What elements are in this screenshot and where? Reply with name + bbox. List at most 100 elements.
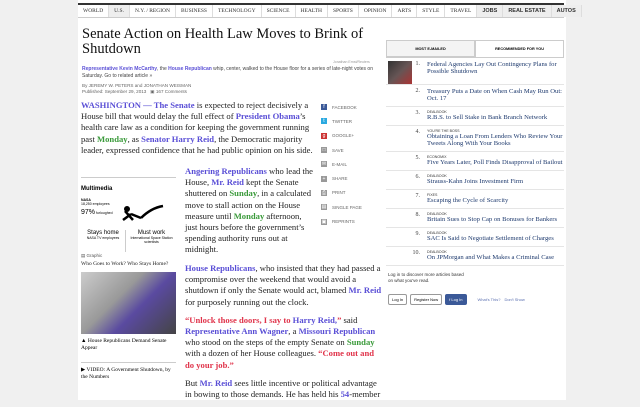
tool-label: REPRINTS: [332, 219, 355, 225]
paragraph: House Republicans, who insisted that the…: [185, 263, 385, 308]
nav-sports[interactable]: Sports: [328, 5, 359, 17]
tool-google-[interactable]: g GOOGLE+: [321, 129, 383, 143]
item-title[interactable]: SAC Is Said to Negotiate Settlement of C…: [427, 235, 564, 242]
inline-link[interactable]: The Senate: [154, 100, 195, 110]
tab-most-emailed[interactable]: MOST E-MAILED: [386, 40, 475, 57]
sidebar: MOST E-MAILED RECOMMENDED FOR YOU 1. Feder…: [386, 40, 564, 305]
nav-jobs[interactable]: Jobs: [477, 5, 504, 17]
text: who stood on the steps of the empty Sena…: [185, 337, 347, 348]
photo-link[interactable]: House Republicans Demand Senate Appear: [81, 338, 167, 351]
inline-link[interactable]: Harry Reid,: [293, 315, 337, 325]
inline-link[interactable]: Mr. Reid: [200, 378, 233, 388]
tool-print[interactable]: ⎙ PRINT: [321, 186, 383, 200]
item-title[interactable]: Britain Sues to Stop Cap on Bonuses for …: [427, 216, 564, 223]
text: , a: [288, 326, 299, 337]
photo-caption: Representative Kevin McCarthy, the House…: [82, 66, 382, 79]
inline-link[interactable]: Sunday: [229, 188, 257, 198]
inline-link[interactable]: Monday: [234, 211, 265, 221]
nav-travel[interactable]: Travel: [445, 5, 478, 17]
recommended-item[interactable]: 3. DEALBOOK R.B.S. to Sell Stake in Bank B…: [386, 107, 564, 126]
tool-label: SINGLE PAGE: [332, 204, 362, 210]
nav-health[interactable]: Health: [296, 5, 328, 17]
register-button[interactable]: Register Now: [410, 294, 443, 305]
tool-label: SAVE: [332, 147, 344, 153]
nav-n-y-region[interactable]: N.Y. / Region: [130, 5, 176, 17]
item-title[interactable]: R.B.S. to Sell Stake in Bank Branch Netw…: [427, 114, 564, 121]
inline-link[interactable]: Mr. Reid: [211, 177, 244, 187]
item-title[interactable]: Obtaining a Loan From Lenders Who Review…: [427, 133, 564, 147]
login-button[interactable]: Log In: [388, 294, 408, 305]
item-number: 10.: [412, 250, 421, 256]
text: -member: [349, 389, 381, 400]
inline-link[interactable]: Angering Republicans: [185, 166, 267, 176]
nasa-graphic[interactable]: NASA 18,250 employees 97% furloughed Sta…: [81, 198, 176, 253]
capitol-photo[interactable]: [81, 272, 176, 334]
tool-label: PRINT: [332, 190, 346, 196]
tool-save[interactable]: □ SAVE: [321, 143, 383, 157]
tool-single-page[interactable]: ▤ SINGLE PAGE: [321, 200, 383, 214]
whats-this-link[interactable]: What's This?: [478, 297, 501, 302]
nav-business[interactable]: Business: [176, 5, 213, 17]
nav-u-s-[interactable]: U.S.: [109, 5, 130, 17]
item-title[interactable]: Federal Agencies Lay Out Contingency Pla…: [427, 61, 564, 75]
tool-reprints[interactable]: ▣ REPRINTS: [321, 214, 383, 228]
dont-show-link[interactable]: Don't Show: [504, 297, 524, 302]
paragraph: WASHINGTON — The Senate is expected to r…: [81, 100, 318, 156]
video-link[interactable]: VIDEO: A Government Shutdown, by the Num…: [81, 367, 171, 380]
item-title[interactable]: On JPMorgan and What Makes a Criminal Ca…: [427, 254, 564, 261]
inline-link[interactable]: Senator Harry Reid: [141, 134, 214, 144]
nav-world[interactable]: World: [78, 5, 110, 17]
item-title[interactable]: Five Years Later, Poll Finds Disapproval…: [427, 159, 564, 166]
facebook-login-button[interactable]: f Log In: [445, 294, 467, 305]
inline-link[interactable]: Missouri Republican: [299, 326, 376, 336]
item-number: 2.: [415, 88, 421, 94]
nav-real-estate[interactable]: Real Estate: [503, 5, 552, 17]
item-title[interactable]: Treasury Puts a Date on When Cash May Ru…: [427, 88, 564, 102]
item-title[interactable]: Escaping the Cycle of Scarcity: [427, 197, 564, 204]
inline-link[interactable]: Sunday: [347, 337, 375, 347]
nav-opinion[interactable]: Opinion: [359, 5, 393, 17]
recommended-item[interactable]: 10. DEALBOOK On JPMorgan and What Makes a …: [386, 247, 564, 266]
inline-link[interactable]: 54: [341, 389, 350, 399]
comments-link[interactable]: 167 Comments: [156, 89, 187, 94]
recommended-item[interactable]: 6. DEALBOOK Strauss-Kahn Joins Investment …: [386, 171, 564, 190]
inline-link[interactable]: “Unlock those doors, I say to: [185, 315, 293, 325]
lead-paragraph: WASHINGTON — The Senate is expected to r…: [81, 100, 318, 163]
google--icon: g: [321, 132, 327, 139]
nav-arts[interactable]: Arts: [392, 5, 418, 17]
recommended-item[interactable]: 5. ECONOMIX Five Years Later, Poll Finds D…: [386, 152, 564, 171]
article-column: Angering Republicans who lead the House,…: [185, 166, 315, 263]
inline-link[interactable]: Monday: [97, 134, 128, 144]
inline-link[interactable]: Representative Ann Wagner: [185, 326, 288, 336]
tool-share[interactable]: + SHARE: [321, 171, 383, 185]
tool-e-mail[interactable]: ✉ E-MAIL: [321, 157, 383, 171]
item-number: 6.: [415, 174, 421, 180]
recommended-item[interactable]: 9. DEALBOOK SAC Is Said to Negotiate Settl…: [386, 228, 564, 247]
caption-link[interactable]: House Republican: [168, 66, 212, 72]
item-thumbnail[interactable]: [388, 61, 412, 84]
inline-link[interactable]: President Obama: [236, 111, 300, 121]
item-title[interactable]: Strauss-Kahn Joins Investment Firm: [427, 178, 564, 185]
tool-facebook[interactable]: f FACEBOOK: [321, 100, 383, 114]
tab-recommended[interactable]: RECOMMENDED FOR YOU: [475, 40, 564, 57]
graphic-label: Graphic: [86, 253, 103, 258]
nav-autos[interactable]: Autos: [551, 5, 582, 17]
inline-link[interactable]: Mr. Reid: [349, 285, 382, 295]
must-sub: International Space Station scientists: [130, 236, 173, 244]
tool-twitter[interactable]: t TWITTER: [321, 114, 383, 128]
recommended-item[interactable]: 2. Treasury Puts a Date on When Cash May …: [386, 85, 564, 107]
inline-link[interactable]: House Republicans: [185, 263, 255, 273]
recommended-item[interactable]: 1. Federal Agencies Lay Out Contingency P…: [386, 58, 564, 85]
text: with a dozen of her House colleagues.: [185, 348, 319, 359]
inline-link[interactable]: WASHINGTON —: [81, 100, 154, 110]
multimedia-title: Multimedia: [81, 186, 113, 192]
nav-style[interactable]: Style: [417, 5, 446, 17]
graphic-link[interactable]: Who Goes to Work? Who Stays Home?: [81, 261, 176, 268]
caption-link[interactable]: Representative Kevin McCarthy: [82, 66, 157, 72]
multimedia-box: Multimedia NASA 18,250 employees 97% fur…: [81, 177, 176, 381]
recommended-item[interactable]: 8. DEALBOOK Britain Sues to Stop Cap on Bo…: [386, 209, 564, 228]
recommended-item[interactable]: 7. FIXES Escaping the Cycle of Scarcity: [386, 190, 564, 209]
nav-science[interactable]: Science: [262, 5, 296, 17]
recommended-item[interactable]: 4. YOU'RE THE BOSS Obtaining a Loan From L…: [386, 126, 564, 152]
nav-technology[interactable]: Technology: [213, 5, 262, 17]
